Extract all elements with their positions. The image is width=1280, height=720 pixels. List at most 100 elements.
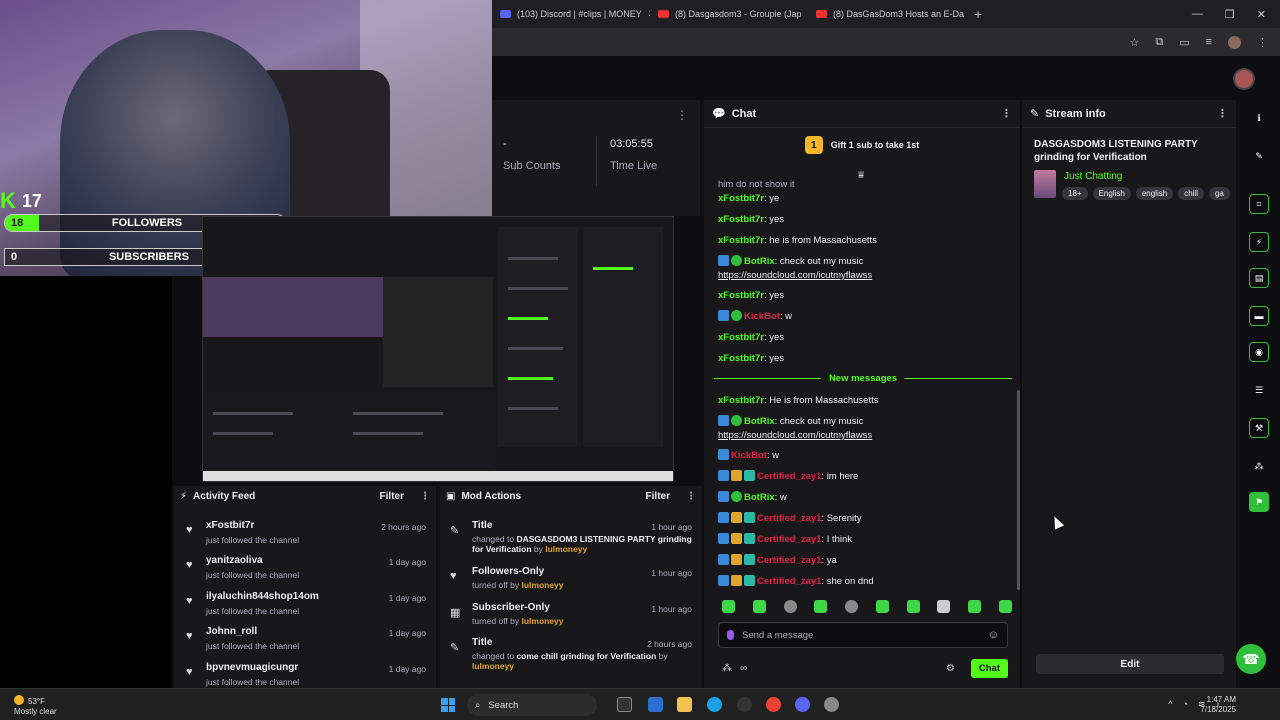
- chat-scrollbar[interactable]: [1017, 390, 1020, 590]
- wrench-icon[interactable]: ⚒: [1249, 418, 1269, 438]
- more-options-icon[interactable]: ⋮: [1001, 107, 1012, 120]
- chat-send-button[interactable]: Chat: [970, 658, 1008, 678]
- infinity-icon[interactable]: ∞: [740, 663, 747, 674]
- task-view-icon[interactable]: [617, 697, 632, 712]
- document-icon[interactable]: ▤: [1249, 268, 1269, 288]
- media-icon[interactable]: ≡: [1206, 36, 1212, 48]
- moderator-name[interactable]: lulmoneyy: [545, 544, 587, 554]
- edge-icon[interactable]: [707, 697, 722, 712]
- emote-icon[interactable]: [845, 600, 859, 613]
- chat-username[interactable]: Certified_zay1: [757, 576, 821, 587]
- emote-icon[interactable]: [906, 600, 920, 613]
- chat-message-list[interactable]: him do not show it xFostbit7r: ye xFostb…: [704, 178, 1016, 592]
- users-icon[interactable]: ⁂: [1249, 456, 1269, 476]
- emote-icon[interactable]: [722, 600, 735, 613]
- browser-menu-icon[interactable]: ⋮: [1257, 36, 1268, 49]
- chat-username[interactable]: Certified_zay1: [757, 555, 821, 566]
- info-icon[interactable]: ℹ: [1249, 108, 1269, 128]
- chat-username[interactable]: Certified_zay1: [757, 471, 821, 482]
- chat-link[interactable]: https://soundcloud.com/icutmyflawss: [718, 270, 872, 281]
- extensions-icon[interactable]: ⧉: [1155, 36, 1163, 49]
- filter-button[interactable]: Filter: [380, 491, 404, 502]
- emote-icon[interactable]: [783, 600, 797, 613]
- emote-icon[interactable]: [814, 600, 828, 613]
- chat-username[interactable]: Certified_zay1: [757, 513, 821, 524]
- more-options-icon[interactable]: ⋮: [1217, 107, 1228, 120]
- users-icon[interactable]: ⁂: [722, 663, 732, 674]
- browser-tab-youtube-1[interactable]: (8) Dasgasdom3 - Groupie (Jap ✕: [650, 0, 808, 28]
- obs-icon[interactable]: [737, 697, 752, 712]
- minimize-button[interactable]: —: [1192, 8, 1203, 21]
- more-options-icon[interactable]: ⋮: [676, 108, 688, 122]
- crop-icon[interactable]: ⌗: [1249, 194, 1269, 214]
- more-options-icon[interactable]: ⋮: [686, 491, 696, 502]
- emote-icon[interactable]: [968, 600, 982, 613]
- maximize-button[interactable]: ❐: [1225, 8, 1235, 21]
- new-tab-button[interactable]: +: [966, 6, 990, 22]
- broadcast-icon[interactable]: ◉: [1249, 342, 1269, 362]
- pencil-icon[interactable]: ✎: [1249, 146, 1269, 166]
- new-messages-divider[interactable]: New messages: [714, 373, 1012, 384]
- layers-icon[interactable]: ☰: [1249, 380, 1269, 400]
- emote-icon[interactable]: [937, 600, 951, 613]
- close-window-button[interactable]: ✕: [1257, 8, 1266, 21]
- taskbar-clock[interactable]: 1:47 AM 7/18/2025: [1200, 695, 1236, 715]
- chat-username[interactable]: xFostbit7r: [718, 235, 764, 246]
- emote-icon[interactable]: [875, 600, 889, 613]
- chrome-icon[interactable]: [766, 697, 781, 712]
- feed-item[interactable]: ♥ ilyaluchin844shop14om just followed th…: [182, 591, 432, 625]
- filter-button[interactable]: Filter: [646, 491, 670, 502]
- weather-widget[interactable]: 53°F Mostly clear: [14, 695, 57, 717]
- taskbar-search[interactable]: ⌕ Search: [467, 694, 597, 716]
- chat-settings-icon[interactable]: ⚙: [946, 663, 955, 674]
- chat-username[interactable]: xFostbit7r: [718, 353, 764, 364]
- moderator-name[interactable]: lulmoneyy: [521, 580, 563, 590]
- chat-message-input[interactable]: Send a message ☺: [718, 622, 1008, 648]
- feed-item[interactable]: ♥ yanitzaoliva just followed the channel…: [182, 555, 432, 589]
- chat-icon[interactable]: ▬: [1249, 306, 1269, 326]
- browser-tab-discord[interactable]: (103) Discord | #clips | MONEY ✕: [492, 0, 650, 28]
- stream-category[interactable]: Just Chatting: [1064, 171, 1122, 182]
- user-avatar[interactable]: [1233, 68, 1255, 90]
- feed-item[interactable]: ♥ xFostbit7r just followed the channel 2…: [182, 520, 432, 554]
- feed-item[interactable]: ♥ bpvnevmuagicungr just followed the cha…: [182, 662, 432, 688]
- chat-username[interactable]: BotRix: [744, 256, 775, 267]
- chat-username[interactable]: BotRix: [744, 416, 775, 427]
- chat-username[interactable]: BotRix: [744, 492, 775, 503]
- app-icon[interactable]: [648, 697, 663, 712]
- chat-username[interactable]: xFostbit7r: [718, 193, 764, 204]
- settings-icon[interactable]: [824, 697, 839, 712]
- network-icon[interactable]: ◔: [1183, 699, 1188, 710]
- profile-avatar[interactable]: [1228, 35, 1241, 49]
- mod-action-item[interactable]: ✎ Title changed to DASGASDOM3 LISTENING …: [446, 520, 698, 562]
- chat-username[interactable]: xFostbit7r: [718, 214, 764, 225]
- emoji-picker-icon[interactable]: ☺: [988, 629, 999, 641]
- file-explorer-icon[interactable]: [677, 697, 692, 712]
- lightning-icon[interactable]: ⚡: [1249, 232, 1269, 252]
- chat-username[interactable]: xFostbit7r: [718, 395, 764, 406]
- mod-action-item[interactable]: ✎ Title changed to come chill grinding f…: [446, 637, 698, 679]
- emote-icon[interactable]: [752, 600, 766, 613]
- more-options-icon[interactable]: ⋮: [420, 491, 430, 502]
- flag-icon[interactable]: ⚑: [1249, 492, 1269, 512]
- edit-stream-info-button[interactable]: Edit: [1036, 654, 1224, 674]
- chat-username[interactable]: Certified_zay1: [757, 534, 821, 545]
- support-chat-icon[interactable]: ☎: [1236, 644, 1266, 674]
- chat-username[interactable]: KickBot: [744, 311, 780, 322]
- feed-item[interactable]: ♥ Johnn_roll just followed the channel 1…: [182, 626, 432, 660]
- gift-leaderboard[interactable]: 1 Gift 1 sub to take 1st: [704, 136, 1020, 154]
- browser-tab-youtube-2[interactable]: (8) DasGasDom3 Hosts an E-Da ✕: [808, 0, 966, 28]
- chevron-up-icon[interactable]: ^: [1168, 699, 1172, 710]
- moderator-name[interactable]: lulmoneyy: [521, 616, 563, 626]
- cast-icon[interactable]: ▭: [1179, 36, 1189, 49]
- discord-icon[interactable]: [795, 697, 810, 712]
- chat-username[interactable]: xFostbit7r: [718, 332, 764, 343]
- bookmark-star-icon[interactable]: ☆: [1129, 36, 1139, 49]
- chat-username[interactable]: xFostbit7r: [718, 290, 764, 301]
- emote-icon[interactable]: [998, 600, 1012, 613]
- mod-action-item[interactable]: ♥ Followers-Only turned off by lulmoneyy…: [446, 566, 698, 598]
- moderator-name[interactable]: lulmoneyy: [472, 661, 514, 671]
- microphone-icon[interactable]: [727, 630, 734, 640]
- chat-username[interactable]: KickBot: [731, 450, 767, 461]
- chat-link[interactable]: https://soundcloud.com/icutmyflawss: [718, 430, 872, 441]
